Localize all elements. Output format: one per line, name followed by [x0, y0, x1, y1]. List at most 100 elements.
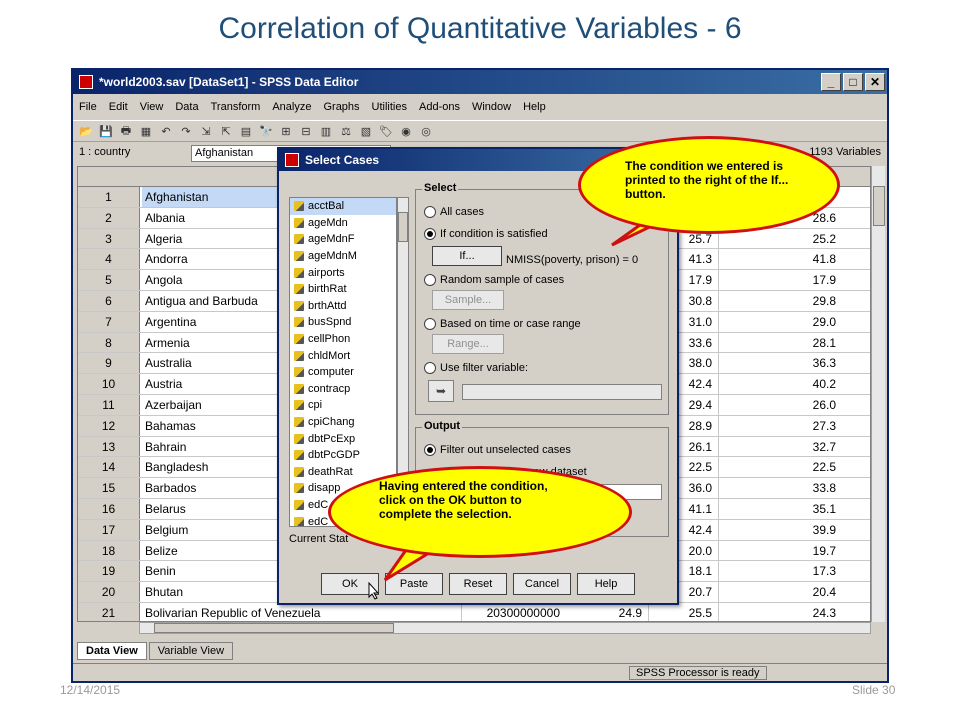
minimize-button[interactable]: _ [821, 73, 841, 91]
row-number[interactable]: 5 [78, 270, 140, 290]
value-cell[interactable]: 28.1 [718, 332, 842, 353]
menu-file[interactable]: File [79, 101, 97, 113]
value-cell[interactable]: 25.5 [648, 603, 718, 621]
cancel-button[interactable]: Cancel [513, 573, 571, 595]
if-button[interactable]: If... [432, 246, 502, 266]
gdp-cell[interactable]: 20300000000 [454, 603, 564, 621]
row-number[interactable]: 20 [78, 582, 140, 602]
goto-variable-icon[interactable]: ⇱ [219, 124, 233, 138]
sample-button[interactable]: Sample... [432, 290, 504, 310]
value-cell[interactable]: 24.9 [568, 603, 648, 621]
list-item[interactable]: ageMdn [290, 215, 396, 232]
list-item[interactable]: ageMdnM [290, 248, 396, 265]
row-number[interactable]: 18 [78, 540, 140, 561]
range-button[interactable]: Range... [432, 334, 504, 354]
reset-button[interactable]: Reset [449, 573, 507, 595]
radio-filter-variable[interactable]: Use filter variable: [424, 362, 528, 374]
list-item[interactable]: dbtPcExp [290, 430, 396, 447]
value-cell[interactable]: 32.7 [718, 436, 842, 457]
horizontal-scrollbar[interactable] [139, 622, 871, 634]
radio-filter-out[interactable]: Filter out unselected cases [424, 444, 571, 456]
value-cell[interactable]: 24.3 [718, 603, 842, 621]
maximize-button[interactable]: □ [843, 73, 863, 91]
radio-all-cases[interactable]: All cases [424, 206, 484, 218]
insert-variable-icon[interactable]: ⊟ [299, 124, 313, 138]
list-item[interactable]: computer [290, 364, 396, 381]
list-item[interactable]: chldMort [290, 347, 396, 364]
show-all-icon[interactable]: ◎ [419, 124, 433, 138]
row-number[interactable]: 17 [78, 519, 140, 540]
value-cell[interactable]: 29.0 [718, 311, 842, 332]
value-cell[interactable]: 33.8 [718, 478, 842, 498]
menu-transform[interactable]: Transform [211, 101, 261, 113]
menu-help[interactable]: Help [523, 101, 546, 113]
menu-addons[interactable]: Add-ons [419, 101, 460, 113]
radio-random-sample[interactable]: Random sample of cases [424, 274, 564, 286]
table-row[interactable]: 21 Bolivarian Republic of Venezuela 203000… [78, 603, 870, 621]
menu-window[interactable]: Window [472, 101, 511, 113]
insert-cases-icon[interactable]: ⊞ [279, 124, 293, 138]
value-cell[interactable]: 36.3 [718, 353, 842, 374]
filter-out-radio[interactable] [424, 444, 436, 456]
menu-graphs[interactable]: Graphs [323, 101, 359, 113]
country-cell[interactable]: Bolivarian Republic of Venezuela [142, 603, 462, 621]
find-icon[interactable]: 🔭 [259, 124, 273, 138]
list-item[interactable]: cellPhon [290, 331, 396, 348]
value-cell[interactable]: 35.1 [718, 499, 842, 519]
dialog-recall-icon[interactable]: ▦ [139, 124, 153, 138]
horizontal-scroll-thumb[interactable] [154, 623, 394, 633]
value-cell[interactable]: 20.4 [718, 582, 842, 602]
menu-view[interactable]: View [140, 101, 164, 113]
row-number[interactable]: 8 [78, 332, 140, 353]
row-number[interactable]: 21 [78, 603, 140, 621]
row-number[interactable]: 10 [78, 374, 140, 394]
move-variable-arrow-icon[interactable]: ➥ [428, 380, 454, 402]
list-item[interactable]: busSpnd [290, 314, 396, 331]
filter-variable-field[interactable] [462, 384, 662, 400]
value-cell[interactable]: 29.8 [718, 291, 842, 311]
vertical-scroll-thumb[interactable] [873, 186, 885, 226]
vertical-scrollbar[interactable] [871, 166, 885, 622]
value-cell[interactable]: 19.7 [718, 540, 842, 561]
value-cell[interactable]: 41.8 [718, 249, 842, 270]
list-item[interactable]: airports [290, 264, 396, 281]
row-number[interactable]: 7 [78, 311, 140, 332]
list-item[interactable]: cpi [290, 397, 396, 414]
value-cell[interactable]: 39.9 [718, 519, 842, 540]
print-icon[interactable]: 🖶 [119, 124, 133, 138]
value-cell[interactable]: 26.0 [718, 395, 842, 415]
list-item[interactable]: contracp [290, 381, 396, 398]
row-number[interactable]: 2 [78, 207, 140, 228]
value-cell[interactable]: 27.3 [718, 415, 842, 436]
menu-edit[interactable]: Edit [109, 101, 128, 113]
row-number[interactable]: 12 [78, 415, 140, 436]
variables-icon[interactable]: ▤ [239, 124, 253, 138]
undo-icon[interactable]: ↶ [159, 124, 173, 138]
row-number[interactable]: 14 [78, 457, 140, 478]
open-icon[interactable]: 📂 [79, 124, 93, 138]
use-sets-icon[interactable]: ◉ [399, 124, 413, 138]
filter-variable-radio[interactable] [424, 362, 436, 374]
value-cell[interactable]: 22.5 [718, 457, 842, 478]
row-number[interactable]: 9 [78, 353, 140, 374]
split-file-icon[interactable]: ▥ [319, 124, 333, 138]
list-item[interactable]: acctBal [290, 198, 396, 215]
row-number[interactable]: 13 [78, 436, 140, 457]
list-item[interactable]: ageMdnF [290, 231, 396, 248]
row-number[interactable]: 1 [78, 187, 140, 207]
goto-case-icon[interactable]: ⇲ [199, 124, 213, 138]
value-cell[interactable]: 40.2 [718, 374, 842, 394]
list-item[interactable]: brthAttd [290, 298, 396, 315]
tab-variable-view[interactable]: Variable View [148, 642, 234, 660]
time-range-radio[interactable] [424, 318, 436, 330]
list-item[interactable]: dbtPcGDP [290, 447, 396, 464]
row-number[interactable]: 6 [78, 291, 140, 311]
list-item[interactable]: cpiChang [290, 414, 396, 431]
row-number[interactable]: 4 [78, 249, 140, 270]
menu-utilities[interactable]: Utilities [372, 101, 407, 113]
save-icon[interactable]: 💾 [99, 124, 113, 138]
if-condition-radio[interactable] [424, 228, 436, 240]
paste-button[interactable]: Paste [385, 573, 443, 595]
select-cases-icon[interactable]: ▧ [359, 124, 373, 138]
menu-data[interactable]: Data [175, 101, 198, 113]
